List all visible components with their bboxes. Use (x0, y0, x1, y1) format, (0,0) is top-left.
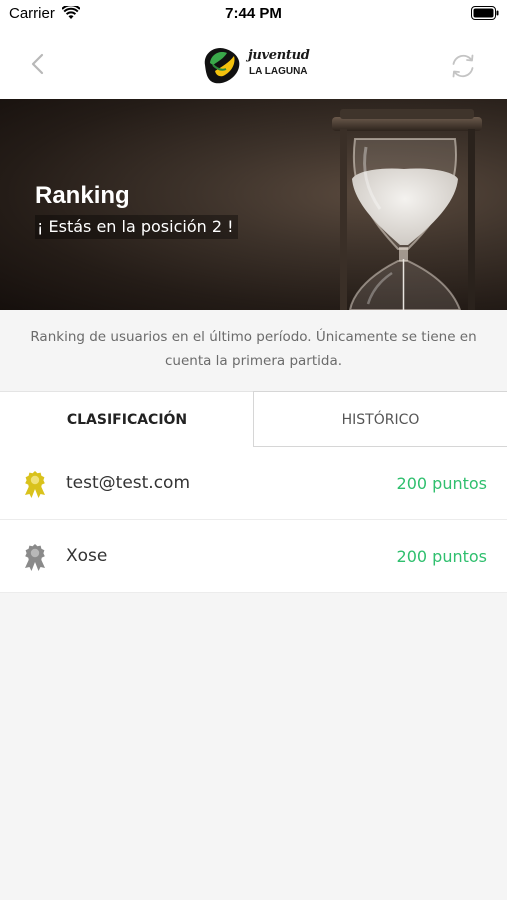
user-points: 200 puntos (396, 474, 487, 493)
app-logo: juventud LA LAGUNA (199, 43, 311, 89)
back-button[interactable] (22, 48, 54, 80)
logo-subtitle: LA LAGUNA (249, 66, 308, 77)
ranking-tabs: CLASIFICACIÓN HISTÓRICO (0, 391, 507, 447)
user-points: 200 puntos (396, 547, 487, 566)
hero-banner: Ranking ¡ Estás en la posición 2 ! (0, 99, 507, 310)
tab-historico[interactable]: HISTÓRICO (253, 391, 507, 447)
gold-medal-icon (22, 470, 48, 498)
silver-medal-icon (22, 543, 48, 571)
list-item: test@test.com 200 puntos (0, 447, 507, 520)
hourglass-image (332, 109, 482, 310)
ranking-description: Ranking de usuarios en el último período… (0, 310, 507, 392)
navigation-bar: juventud LA LAGUNA (0, 26, 507, 99)
user-name: Xose (66, 546, 108, 566)
page-title: Ranking (35, 182, 130, 209)
logo-title: juventud (248, 48, 310, 63)
status-bar: Carrier 7:44 PM (0, 0, 507, 26)
battery-icon (471, 6, 499, 24)
position-subtitle: ¡ Estás en la posición 2 ! (35, 215, 238, 239)
tab-clasificacion[interactable]: CLASIFICACIÓN (0, 391, 254, 447)
user-name: test@test.com (66, 473, 191, 493)
chevron-left-icon (31, 53, 44, 75)
refresh-icon (452, 54, 474, 78)
list-item: Xose 200 puntos (0, 520, 507, 593)
logo-mark-icon (204, 47, 240, 84)
ranking-list: test@test.com 200 puntos Xose 200 puntos (0, 447, 507, 593)
clock: 7:44 PM (225, 5, 282, 22)
refresh-button[interactable] (447, 50, 479, 82)
